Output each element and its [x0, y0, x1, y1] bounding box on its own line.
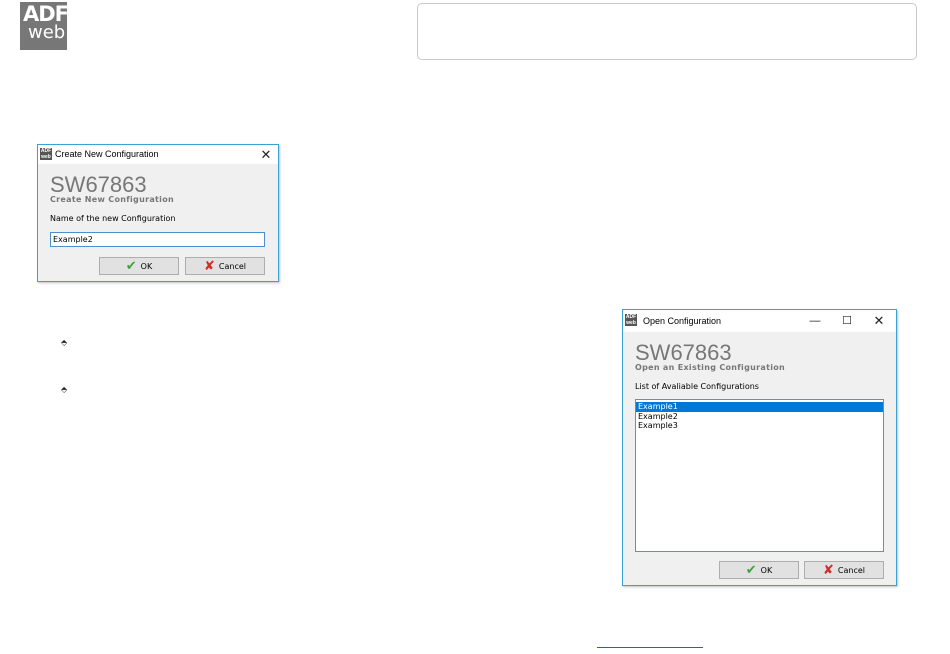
configuration-name-input[interactable]: Example2 [50, 232, 265, 247]
create-configuration-dialog: ADF web Create New Configuration ✕ SW6786… [37, 144, 279, 282]
minimize-icon[interactable]: — [801, 310, 829, 329]
cancel-button[interactable]: ✘ Cancel [185, 257, 265, 275]
create-dialog-subtitle: Create New Configuration [50, 195, 174, 204]
bullet-icon: ⬘ [61, 385, 68, 394]
open-dialog-subtitle: Open an Existing Configuration [635, 363, 786, 372]
open-dialog-titlebar: ADF web Open Configuration — ☐ ✕ [623, 310, 896, 332]
app-icon: ADF web [625, 314, 637, 326]
checkmark-icon: ✔ [125, 258, 137, 274]
x-icon: ✘ [822, 562, 834, 578]
bullet-icon: ⬘ [61, 338, 68, 347]
open-dialog-window-title: Open Configuration [643, 316, 722, 326]
list-item[interactable]: Example3 [636, 421, 883, 431]
ok-button[interactable]: ✔ OK [719, 561, 799, 579]
configuration-name-label: Name of the new Configuration [50, 214, 176, 223]
ok-button-label: OK [760, 565, 773, 575]
header-box [417, 3, 917, 60]
maximize-icon[interactable]: ☐ [833, 310, 861, 329]
create-dialog-window-title: Create New Configuration [55, 149, 159, 159]
x-icon: ✘ [203, 258, 215, 274]
open-configuration-dialog: ADF web Open Configuration — ☐ ✕ SW67863 … [622, 309, 897, 586]
checkmark-icon: ✔ [745, 562, 757, 578]
create-dialog-titlebar: ADF web Create New Configuration ✕ [38, 145, 278, 164]
list-item[interactable]: Example1 [636, 402, 883, 412]
cancel-button-label: Cancel [837, 565, 865, 575]
ok-button-label: OK [140, 261, 153, 271]
app-icon: ADF web [40, 148, 52, 160]
ok-button[interactable]: ✔ OK [99, 257, 179, 275]
cancel-button-label: Cancel [218, 261, 246, 271]
list-item[interactable]: Example2 [636, 412, 883, 422]
hyperlink-underline[interactable] [597, 647, 703, 648]
close-icon[interactable]: ✕ [252, 145, 280, 164]
close-icon[interactable]: ✕ [865, 310, 893, 329]
configurations-list-label: List of Avaliable Configurations [635, 382, 759, 391]
adfweb-logo: ADF web [20, 2, 69, 50]
cancel-button[interactable]: ✘ Cancel [804, 561, 884, 579]
logo-text-web: web [28, 22, 66, 43]
configurations-list[interactable]: Example1 Example2 Example3 [635, 399, 884, 552]
